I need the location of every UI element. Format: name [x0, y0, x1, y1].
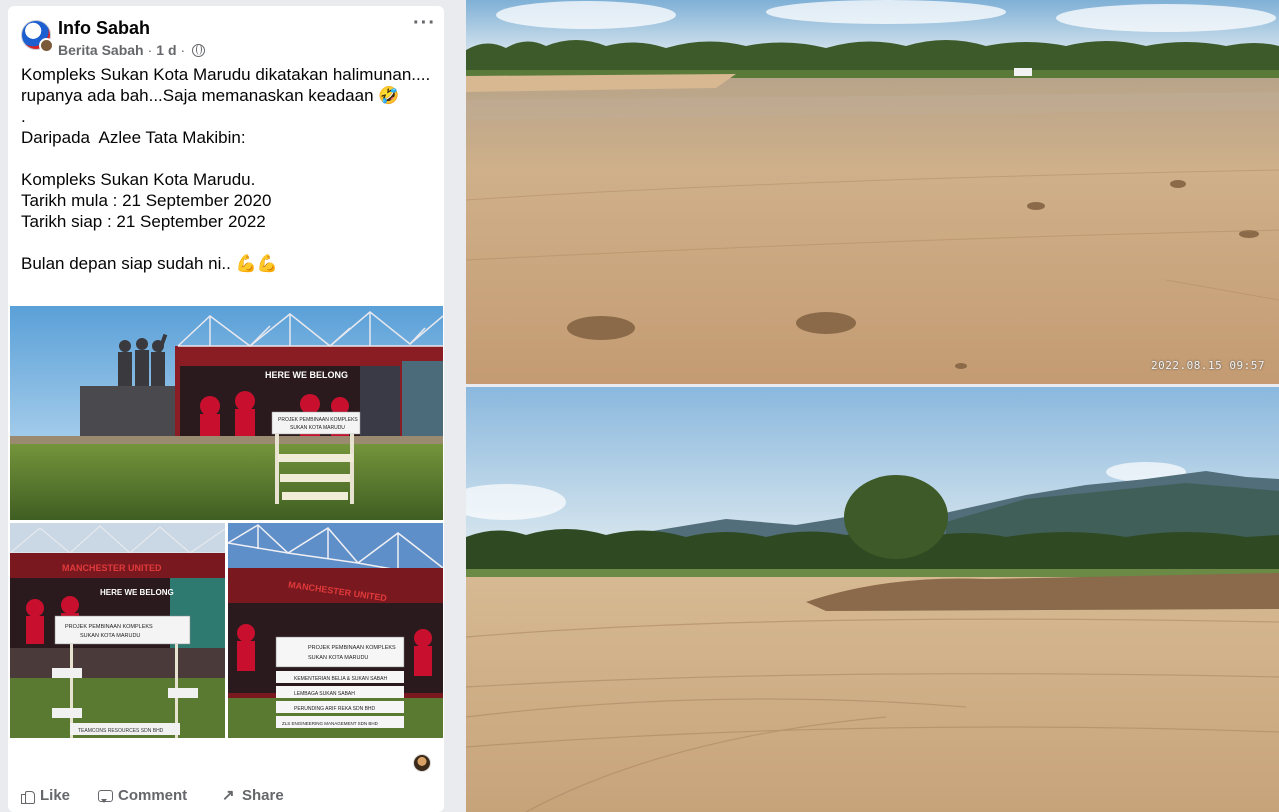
sign-left-contractor: TEAMCONS RESOURCES SDN BHD	[78, 728, 164, 734]
signboard-closeup-photo: MANCHESTER UNITED PROJEK PEMBINAAN KOMPL…	[228, 523, 443, 738]
post-header: Info Sabah Berita Sabah · 1 d · ···	[8, 6, 444, 68]
facebook-post-card: Info Sabah Berita Sabah · 1 d · ··· Komp…	[8, 6, 444, 812]
post-timestamp[interactable]: 1 d	[156, 42, 176, 58]
post-actions-bar: Like Comment Share	[8, 781, 444, 811]
collage-photo-right[interactable]: MANCHESTER UNITED PROJEK PEMBINAAN KOMPL…	[228, 523, 443, 738]
more-options-icon[interactable]: ···	[413, 12, 436, 35]
collage-photo-main[interactable]: HERE WE BELONG PROJEK PEMBINAAN KOMPLEKS…	[10, 306, 443, 520]
collage-photo-left[interactable]: MANCHESTER UNITED HERE WE BELONG PROJEK …	[10, 523, 225, 738]
meta-separator-2: ·	[180, 42, 186, 58]
site-photo-top[interactable]: 2022.08.15 09:57	[466, 0, 1279, 384]
sign-subtitle: SUKAN KOTA MARUDU	[290, 425, 345, 431]
globe-icon[interactable]	[192, 43, 206, 57]
thumbs-up-icon	[20, 789, 35, 804]
photo-timestamp: 2022.08.15 09:57	[1151, 359, 1265, 372]
sign-line-perunding: PERUNDING ARIF REKA SDN BHD	[294, 706, 376, 712]
comment-bubble-icon	[98, 789, 113, 803]
like-label: Like	[40, 787, 71, 804]
comment-label: Comment	[118, 787, 188, 804]
post-meta: Berita Sabah · 1 d ·	[58, 42, 206, 58]
sign-left-title: PROJEK PEMBINAAN KOMPLEKS	[65, 624, 153, 630]
reaction-avatar[interactable]	[413, 754, 431, 772]
sign-line-ministry: KEMENTERIAN BELIA & SUKAN SABAH	[294, 676, 387, 682]
sign-title: PROJEK PEMBINAAN KOMPLEKS	[278, 417, 358, 423]
cleared-land-photo	[466, 0, 1279, 384]
post-text: Kompleks Sukan Kota Marudu dikatakan hal…	[21, 65, 431, 273]
page-name-link[interactable]: Info Sabah	[58, 18, 150, 39]
sign-right-sub: SUKAN KOTA MARUDU	[308, 655, 368, 661]
sign-left-sub: SUKAN KOTA MARUDU	[80, 633, 140, 639]
share-arrow-icon	[222, 786, 236, 804]
stadium-front-photo: MANCHESTER UNITED HERE WE BELONG PROJEK …	[10, 523, 225, 738]
sign-line-lembaga: LEMBAGA SUKAN SABAH	[294, 691, 355, 697]
share-label: Share	[242, 787, 284, 804]
stadium-slogan-left: HERE WE BELONG	[100, 588, 174, 597]
stadium-banner-text: MANCHESTER UNITED	[62, 563, 162, 573]
avatar-badge	[39, 38, 54, 53]
land-with-hills-photo	[466, 387, 1279, 812]
subtitle-link[interactable]: Berita Sabah	[58, 42, 144, 58]
sign-line-zls: ZLS ENGINEERING MANAGEMENT SDN BHD	[282, 721, 379, 726]
share-button[interactable]: Share	[222, 786, 284, 805]
banner-slogan: HERE WE BELONG	[265, 370, 348, 380]
like-button[interactable]: Like	[20, 787, 70, 804]
site-photo-bottom[interactable]	[466, 387, 1279, 812]
stadium-statue-photo: HERE WE BELONG PROJEK PEMBINAAN KOMPLEKS…	[10, 306, 443, 520]
sign-right-title: PROJEK PEMBINAAN KOMPLEKS	[308, 645, 396, 651]
meta-separator: ·	[147, 42, 153, 58]
comment-button[interactable]: Comment	[98, 787, 187, 804]
